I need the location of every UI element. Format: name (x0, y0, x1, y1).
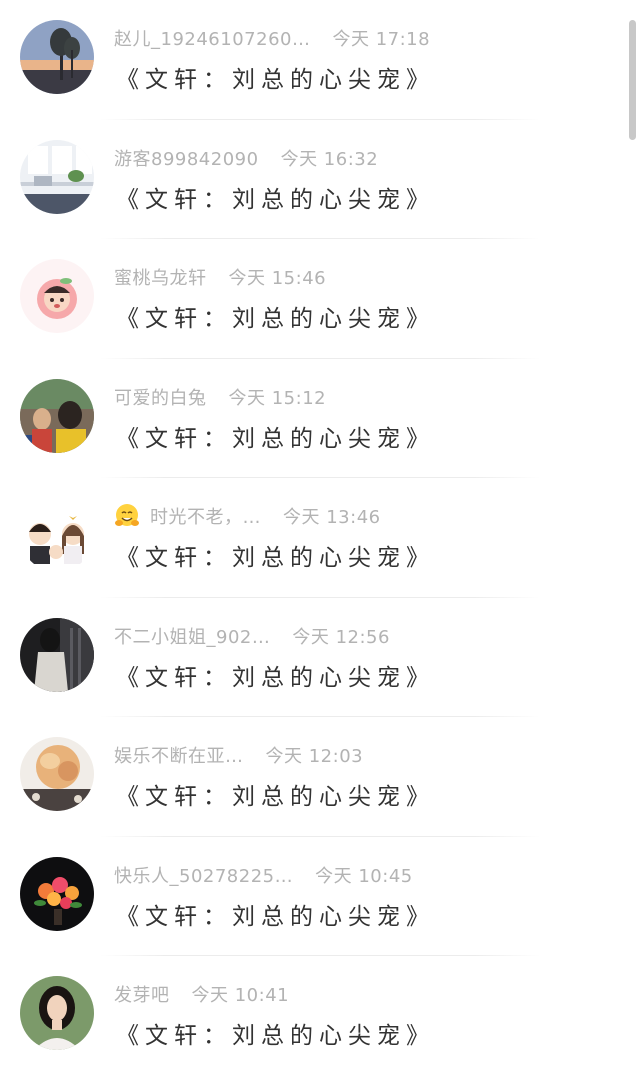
room-interior-avatar[interactable] (20, 139, 94, 214)
timestamp: 今天 12:56 (292, 626, 390, 648)
comment-meta: 赵儿_19246107260… 今天 17:18 (114, 26, 430, 50)
comment-item[interactable]: 可爱的白兔 今天 15:12 《文轩：刘总的心尖宠》 (0, 359, 640, 478)
peach-cartoon-avatar[interactable] (20, 259, 94, 333)
user-name[interactable]: 赵儿_19246107260… (114, 25, 310, 51)
timestamp: 今天 10:41 (191, 985, 290, 1006)
comment-meta: 可爱的白兔 今天 15:12 (114, 385, 326, 409)
comment-item[interactable]: 赵儿_19246107260… 今天 17:18 《文轩：刘总的心尖宠》 (0, 0, 640, 120)
comment-item[interactable]: 娱乐不断在亚… 今天 12:03 《文轩：刘总的心尖宠》 (0, 717, 640, 837)
comment-meta: 不二小姐姐_902… 今天 12:56 (114, 624, 390, 648)
comment-item[interactable]: 游客899842090 今天 16:32 《文轩：刘总的心尖宠》 (0, 120, 640, 239)
user-name[interactable]: 可爱的白兔 (114, 384, 207, 410)
dark-photo-avatar[interactable] (20, 617, 94, 692)
comment-meta: 游客899842090 今天 16:32 (114, 146, 378, 170)
timestamp: 今天 12:03 (265, 746, 364, 767)
timestamp: 今天 17:18 (332, 29, 431, 50)
hugging-face-emoji-icon (114, 503, 140, 529)
comment-meta: 娱乐不断在亚… 今天 12:03 (114, 743, 363, 767)
comment-item[interactable]: 快乐人_50278225… 今天 10:45 《文轩：刘总的心尖宠》 (0, 837, 640, 956)
timestamp: 今天 15:46 (228, 268, 327, 289)
comment-text: 《文轩：刘总的心尖宠》 (116, 306, 435, 332)
comment-item[interactable]: 蜜桃乌龙轩 今天 15:46 《文轩：刘总的心尖宠》 (0, 239, 640, 359)
people-photo-avatar[interactable] (20, 378, 94, 453)
user-name[interactable]: 游客899842090 (114, 145, 259, 171)
comment-item[interactable]: 发芽吧 今天 10:41 《文轩：刘总的心尖宠》 (0, 956, 640, 1076)
trees-sunset-avatar[interactable] (20, 20, 94, 94)
user-name[interactable]: 不二小姐姐_902… (114, 623, 270, 649)
timestamp: 今天 16:32 (280, 148, 379, 170)
timestamp: 今天 13:46 (283, 507, 381, 528)
user-name[interactable]: 发芽吧 (114, 981, 170, 1007)
comment-meta: 蜜桃乌龙轩 今天 15:46 (114, 265, 326, 289)
user-name[interactable]: 蜜桃乌龙轩 (114, 264, 207, 290)
comment-meta: 快乐人_50278225… 今天 10:45 (114, 863, 413, 887)
girl-portrait-avatar[interactable] (20, 976, 94, 1050)
scrollbar[interactable] (629, 20, 636, 140)
timestamp: 今天 10:45 (315, 865, 413, 887)
comment-list: 赵儿_19246107260… 今天 17:18 《文轩：刘总的心尖宠》 游客8… (0, 0, 640, 1076)
user-name[interactable]: 娱乐不断在亚… (114, 742, 244, 768)
comment-text: 《文轩：刘总的心尖宠》 (116, 545, 435, 571)
blonde-hair-avatar[interactable] (20, 737, 94, 811)
flower-bouquet-avatar[interactable] (20, 856, 94, 931)
cartoon-couple-avatar[interactable] (20, 498, 94, 572)
comment-item[interactable]: 时光不老，… 今天 13:46 《文轩：刘总的心尖宠》 (0, 478, 640, 598)
comment-text: 《文轩：刘总的心尖宠》 (116, 1023, 435, 1049)
comment-text: 《文轩：刘总的心尖宠》 (116, 186, 435, 213)
timestamp: 今天 15:12 (228, 387, 327, 409)
comment-text: 《文轩：刘总的心尖宠》 (116, 664, 435, 691)
comment-text: 《文轩：刘总的心尖宠》 (116, 67, 435, 93)
comment-text: 《文轩：刘总的心尖宠》 (116, 903, 435, 930)
comment-meta: 时光不老，… 今天 13:46 (114, 504, 381, 528)
comment-item[interactable]: 不二小姐姐_902… 今天 12:56 《文轩：刘总的心尖宠》 (0, 598, 640, 717)
comment-text: 《文轩：刘总的心尖宠》 (116, 784, 435, 810)
user-name[interactable]: 时光不老，… (150, 503, 261, 529)
comment-text: 《文轩：刘总的心尖宠》 (116, 425, 435, 452)
comment-meta: 发芽吧 今天 10:41 (114, 982, 289, 1006)
user-name[interactable]: 快乐人_50278225… (114, 862, 293, 888)
